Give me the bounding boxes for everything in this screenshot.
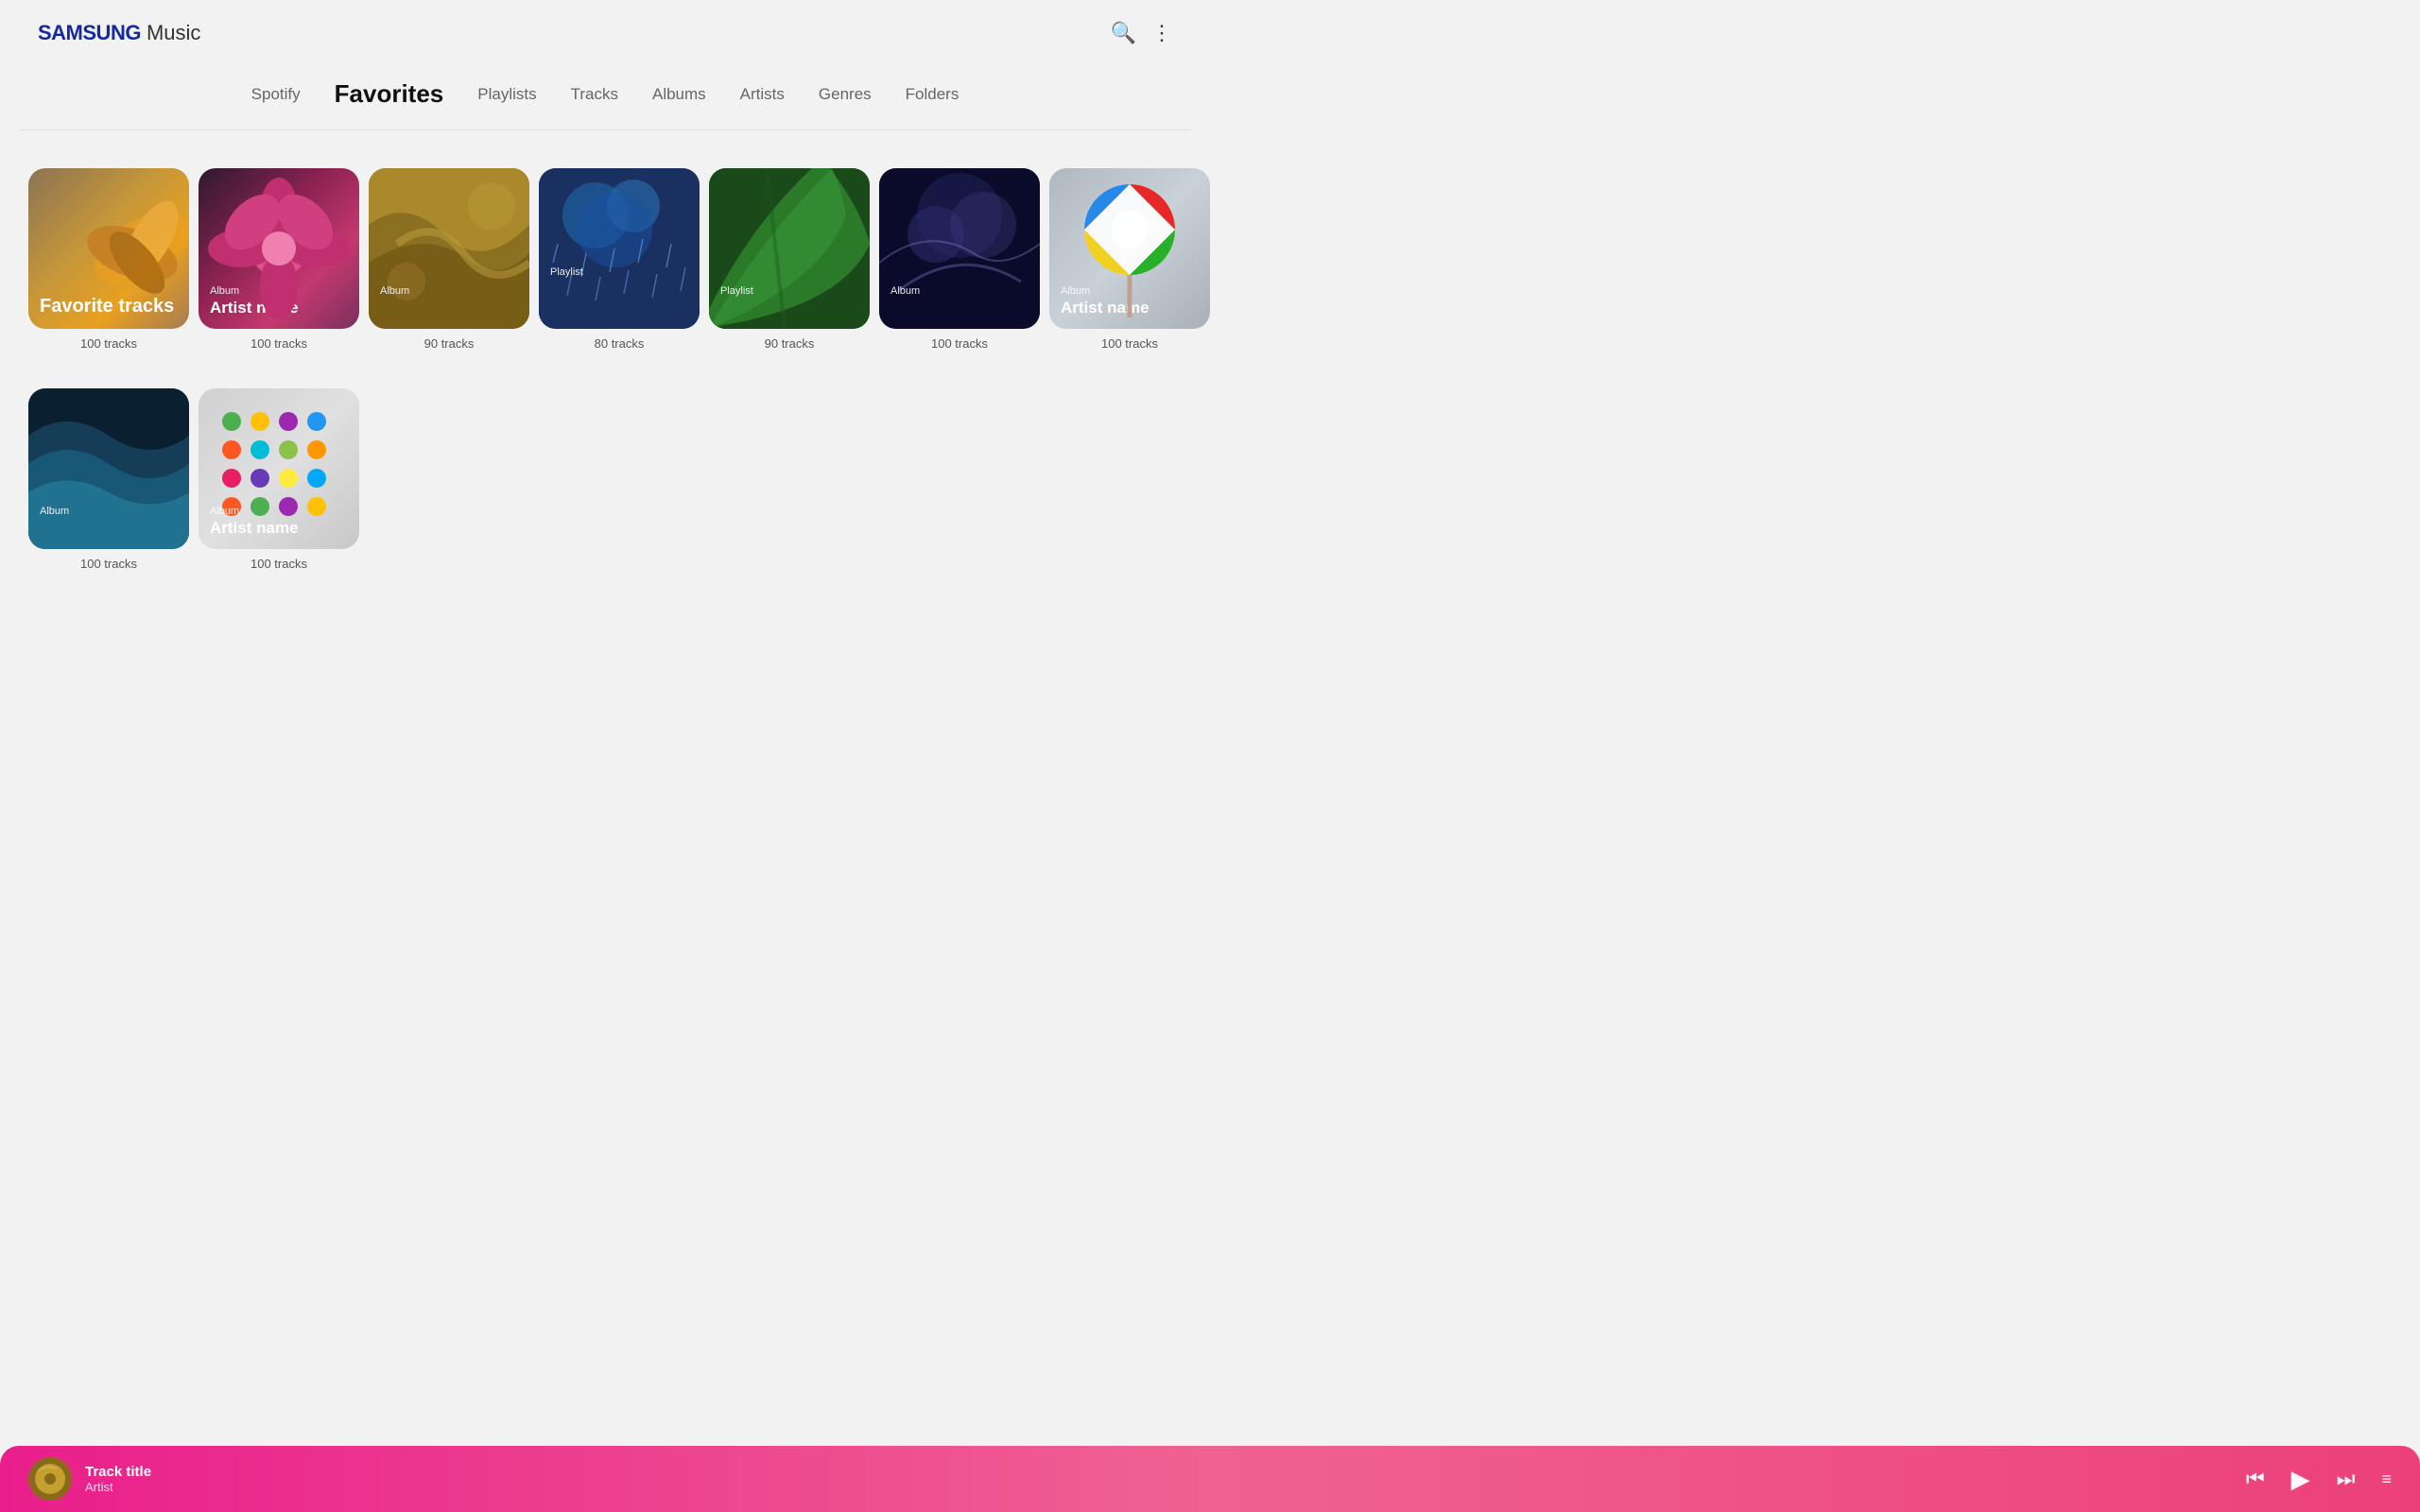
search-icon[interactable]: 🔍 (1111, 21, 1136, 45)
card-album-4[interactable]: Album Artist name 100 tracks (1049, 168, 1210, 351)
card-type-album-3: Album (890, 284, 1028, 298)
rain-decoration (539, 168, 700, 329)
card-tracks-album-1: 100 tracks (251, 336, 307, 351)
card-type-album-6: Album (210, 505, 348, 518)
nav-item-favorites[interactable]: Favorites (335, 76, 444, 112)
card-image-album-1: Album Artist name (199, 168, 359, 329)
player-next-button[interactable]: ⏭ (2337, 1467, 2356, 1491)
card-album-6[interactable]: Album Artist name 100 tracks (199, 388, 359, 571)
card-album-3[interactable]: Album Artist name 100 tracks (879, 168, 1040, 351)
header: SAMSUNG Music 🔍 ⋮ (0, 0, 1210, 66)
main-nav: Spotify Favorites Playlists Tracks Album… (0, 66, 1210, 129)
logo-music: Music (147, 21, 200, 45)
logo-samsung: SAMSUNG (38, 21, 141, 45)
card-playlist-nature[interactable]: Playlist Nature Sounds 90 tracks (709, 168, 870, 351)
orange-flower-decoration (57, 168, 189, 329)
player-art-image (28, 1457, 72, 1501)
card-album-5[interactable]: Album Artist name 100 tracks (28, 388, 189, 571)
player-queue-button[interactable]: ≡ (2381, 1469, 2392, 1489)
nav-item-albums[interactable]: Albums (652, 81, 706, 108)
card-image-favorite-tracks: Favorite tracks (28, 168, 189, 329)
card-image-album-6: Album Artist name (199, 388, 359, 549)
card-image-album-4: Album Artist name (1049, 168, 1210, 329)
grid-row-2: Album Artist name 100 tracks (19, 369, 1191, 590)
card-tracks-album-4: 100 tracks (1101, 336, 1158, 351)
card-album-1[interactable]: Album Artist name 100 tracks (199, 168, 359, 351)
player-controls: ⏮ ▶ ⏭ ≡ (2246, 1465, 2392, 1494)
card-tracks-favorite-tracks: 100 tracks (80, 336, 137, 351)
player-play-button[interactable]: ▶ (2291, 1465, 2310, 1494)
card-type-playlist-nature: Playlist (720, 284, 858, 298)
nav-item-playlists[interactable]: Playlists (477, 81, 536, 108)
card-type-album-5: Album (40, 505, 178, 518)
card-type-album-1: Album (210, 284, 348, 298)
nav-item-artists[interactable]: Artists (740, 81, 785, 108)
card-tracks-album-6: 100 tracks (251, 557, 307, 571)
card-type-album-2: Album (380, 284, 518, 298)
player-info: Track title Artist (85, 1464, 2246, 1494)
player-artist-name: Artist (85, 1480, 2246, 1494)
card-type-album-4: Album (1061, 284, 1199, 298)
nav-item-genres[interactable]: Genres (819, 81, 872, 108)
card-tracks-album-5: 100 tracks (80, 557, 137, 571)
card-playlist-jazz[interactable]: Playlist Contemporary Jazz 80 tracks (539, 168, 700, 351)
logo: SAMSUNG Music (38, 21, 200, 45)
card-tracks-album-2: 90 tracks (424, 336, 475, 351)
card-tracks-playlist-jazz: 80 tracks (595, 336, 645, 351)
card-album-2[interactable]: Album Artist name 90 tracks (369, 168, 529, 351)
card-image-album-3: Album Artist name (879, 168, 1040, 329)
player-track-title: Track title (85, 1464, 2246, 1480)
nav-item-spotify[interactable]: Spotify (251, 81, 301, 108)
grid-row-1: Favorite tracks 100 tracks (19, 149, 1191, 369)
nav-item-tracks[interactable]: Tracks (571, 81, 618, 108)
card-image-album-5: Album Artist name (28, 388, 189, 549)
card-tracks-playlist-nature: 90 tracks (765, 336, 815, 351)
leaf-decoration (709, 168, 870, 329)
nav-item-folders[interactable]: Folders (906, 81, 959, 108)
favorites-grid: Favorite tracks 100 tracks (0, 130, 1210, 684)
ice-decoration (879, 168, 1040, 329)
paint-decoration (369, 168, 529, 329)
water-decoration (28, 388, 189, 549)
player-bar: Track title Artist ⏮ ▶ ⏭ ≡ (0, 1446, 2420, 1512)
header-icons: 🔍 ⋮ (1111, 21, 1172, 45)
card-tracks-album-3: 100 tracks (931, 336, 988, 351)
player-prev-button[interactable]: ⏮ (2246, 1467, 2265, 1491)
more-options-icon[interactable]: ⋮ (1151, 21, 1172, 45)
player-album-art (28, 1457, 72, 1501)
card-image-playlist-jazz: Playlist Contemporary Jazz (539, 168, 700, 329)
card-image-playlist-nature: Playlist Nature Sounds (709, 168, 870, 329)
card-type-playlist-jazz: Playlist (550, 266, 688, 279)
pink-flower-decoration (203, 173, 354, 324)
card-image-album-2: Album Artist name (369, 168, 529, 329)
card-favorite-tracks[interactable]: Favorite tracks 100 tracks (28, 168, 189, 351)
